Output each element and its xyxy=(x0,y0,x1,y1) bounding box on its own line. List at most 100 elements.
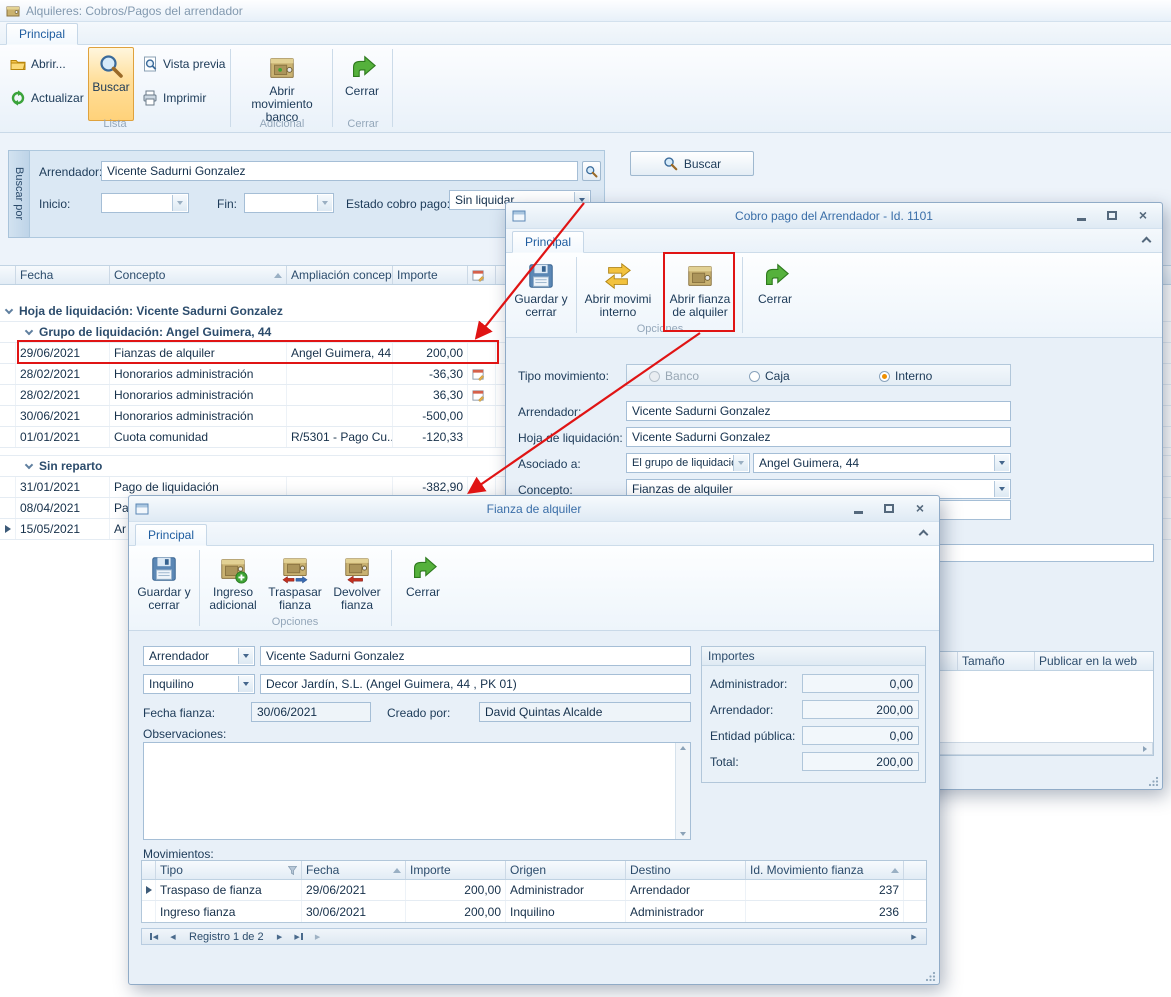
sujeto2-combo[interactable]: Inquilino xyxy=(143,674,255,694)
ingreso-adicional-button[interactable]: Ingreso adicional xyxy=(203,548,263,622)
scroll-down-icon[interactable] xyxy=(680,832,686,836)
maximize-button[interactable] xyxy=(882,502,896,515)
column-header-concepto[interactable]: Concepto xyxy=(110,266,287,284)
vertical-scrollbar[interactable] xyxy=(675,743,690,839)
devolver-fianza-button[interactable]: Devolver fianza xyxy=(327,548,387,622)
traspasar-fianza-label: Traspasar fianza xyxy=(266,586,324,612)
arrendador-search-button[interactable] xyxy=(582,161,601,181)
sujeto1-combo[interactable]: Arrendador xyxy=(143,646,255,666)
buscar-por-side-tab[interactable]: Buscar por xyxy=(8,150,30,238)
next-record-button[interactable]: ▶ xyxy=(272,930,288,943)
column-header-importe[interactable]: Importe xyxy=(406,861,506,879)
new-record-button[interactable]: ▶ xyxy=(310,930,326,943)
collapse-ribbon-icon[interactable] xyxy=(1142,237,1152,247)
column-header-id-movimiento[interactable]: Id. Movimiento fianza xyxy=(746,861,904,879)
buscar-ribbon-button[interactable]: Buscar xyxy=(88,47,134,121)
tab-principal[interactable]: Principal xyxy=(6,23,78,45)
row-indicator xyxy=(0,427,16,447)
close-button[interactable]: × xyxy=(1136,209,1150,222)
filter-icon[interactable] xyxy=(288,866,297,875)
abrir-movimiento-banco-button[interactable]: Abrir movimiento banco xyxy=(238,47,326,121)
arrendador-field[interactable]: Vicente Sadurni Gonzalez xyxy=(260,646,691,666)
arrendador-field[interactable]: Vicente Sadurni Gonzalez xyxy=(626,401,1011,421)
radio-caja[interactable]: Caja xyxy=(749,369,790,383)
table-row[interactable]: Traspaso de fianza 29/06/2021 200,00 Adm… xyxy=(142,880,926,901)
column-header-fecha[interactable]: Fecha xyxy=(302,861,406,879)
radio-interno[interactable]: Interno xyxy=(879,369,932,383)
chevron-down-icon[interactable] xyxy=(172,195,187,211)
imprimir-button[interactable]: Imprimir xyxy=(138,87,210,109)
row-indicator xyxy=(0,364,16,384)
chevron-down-icon[interactable] xyxy=(238,648,253,664)
column-header-tamano[interactable]: Tamaño xyxy=(958,652,1035,670)
actualizar-button[interactable]: Actualizar xyxy=(6,87,88,109)
last-record-button[interactable]: ▶ xyxy=(291,930,307,943)
collapse-icon[interactable] xyxy=(5,305,13,313)
table-row[interactable]: Ingreso fianza 30/06/2021 200,00 Inquili… xyxy=(142,901,926,922)
tab-principal[interactable]: Principal xyxy=(135,524,207,546)
column-header-tipo[interactable]: Tipo xyxy=(156,861,302,879)
column-header-importe[interactable]: Importe xyxy=(393,266,468,284)
fin-date-combo[interactable] xyxy=(244,193,334,213)
abrir-button[interactable]: Abrir... xyxy=(6,53,70,75)
guardar-cerrar-button[interactable]: Guardar y cerrar xyxy=(510,255,572,329)
column-header-publicar[interactable]: Publicar en la web xyxy=(1035,652,1153,670)
chevron-down-icon[interactable] xyxy=(733,455,748,471)
column-header-fecha[interactable]: Fecha xyxy=(16,266,110,284)
abrir-fianza-button[interactable]: Abrir fianza de alquiler xyxy=(668,255,732,329)
resize-grip[interactable] xyxy=(1149,776,1159,786)
fecha-fianza-field[interactable]: 30/06/2021 xyxy=(251,702,371,722)
entidad-publica-importe[interactable]: 0,00 xyxy=(802,726,919,745)
column-header-doc-icon[interactable] xyxy=(468,266,496,284)
minimize-button[interactable] xyxy=(1074,209,1088,222)
maximize-button[interactable] xyxy=(1105,209,1119,222)
resize-grip[interactable] xyxy=(926,971,936,981)
guardar-cerrar-label: Guardar y cerrar xyxy=(134,586,194,612)
close-button[interactable]: × xyxy=(913,502,927,515)
first-record-button[interactable]: ◀ xyxy=(146,930,162,943)
scroll-right-button[interactable]: ▶ xyxy=(906,930,922,943)
chevron-down-icon[interactable] xyxy=(317,195,332,211)
save-icon xyxy=(149,554,179,584)
abrir-movimiento-interno-button[interactable]: Abrir movimi interno xyxy=(580,255,656,329)
minimize-button[interactable] xyxy=(851,502,865,515)
cerrar-dialog-button[interactable]: Cerrar xyxy=(397,548,449,622)
calendar-edit-icon xyxy=(472,269,485,282)
importes-panel: Importes Administrador: 0,00 Arrendador:… xyxy=(701,646,926,783)
collapse-ribbon-icon[interactable] xyxy=(919,530,929,540)
traspasar-fianza-button[interactable]: Traspasar fianza xyxy=(265,548,325,622)
hoja-liquidacion-field[interactable]: Vicente Sadurni Gonzalez xyxy=(626,427,1011,447)
cobro-titlebar[interactable]: Cobro pago del Arrendador - Id. 1101 xyxy=(506,203,1162,229)
column-header-origen[interactable]: Origen xyxy=(506,861,626,879)
guardar-cerrar-button[interactable]: Guardar y cerrar xyxy=(133,548,195,622)
chevron-down-icon[interactable] xyxy=(994,481,1009,497)
scroll-up-icon[interactable] xyxy=(680,746,686,750)
scroll-right-icon[interactable] xyxy=(1138,743,1152,754)
administrador-importe[interactable]: 0,00 xyxy=(802,674,919,693)
creado-por-field[interactable]: David Quintas Alcalde xyxy=(479,702,691,722)
arrendador-input[interactable]: Vicente Sadurni Gonzalez xyxy=(101,161,578,181)
asociado-valor-combo[interactable]: Angel Guimera, 44 xyxy=(753,453,1011,473)
total-importe[interactable]: 200,00 xyxy=(802,752,919,771)
tab-principal[interactable]: Principal xyxy=(512,231,584,253)
creado-por-label: Creado por: xyxy=(387,706,450,720)
cerrar-dialog-button[interactable]: Cerrar xyxy=(748,255,802,329)
column-header-destino[interactable]: Destino xyxy=(626,861,746,879)
arrendador-importe[interactable]: 200,00 xyxy=(802,700,919,719)
buscar-button[interactable]: Buscar xyxy=(630,151,754,176)
column-header-ampliacion[interactable]: Ampliación concepto xyxy=(287,266,393,284)
prev-record-button[interactable]: ◀ xyxy=(165,930,181,943)
row-indicator-header xyxy=(0,266,16,284)
ribbon-separator xyxy=(199,550,200,626)
inquilino-field[interactable]: Decor Jardín, S.L. (Angel Guimera, 44 , … xyxy=(260,674,691,694)
chevron-down-icon[interactable] xyxy=(994,455,1009,471)
cerrar-ribbon-button[interactable]: Cerrar xyxy=(336,47,388,121)
collapse-icon[interactable] xyxy=(25,326,33,334)
fianza-titlebar[interactable]: Fianza de alquiler xyxy=(129,496,939,522)
observaciones-textarea[interactable] xyxy=(143,742,691,840)
inicio-date-combo[interactable] xyxy=(101,193,189,213)
collapse-icon[interactable] xyxy=(25,460,33,468)
asociado-tipo-combo[interactable]: El grupo de liquidación xyxy=(626,453,750,473)
vista-previa-button[interactable]: Vista previa xyxy=(138,53,229,75)
chevron-down-icon[interactable] xyxy=(238,676,253,692)
